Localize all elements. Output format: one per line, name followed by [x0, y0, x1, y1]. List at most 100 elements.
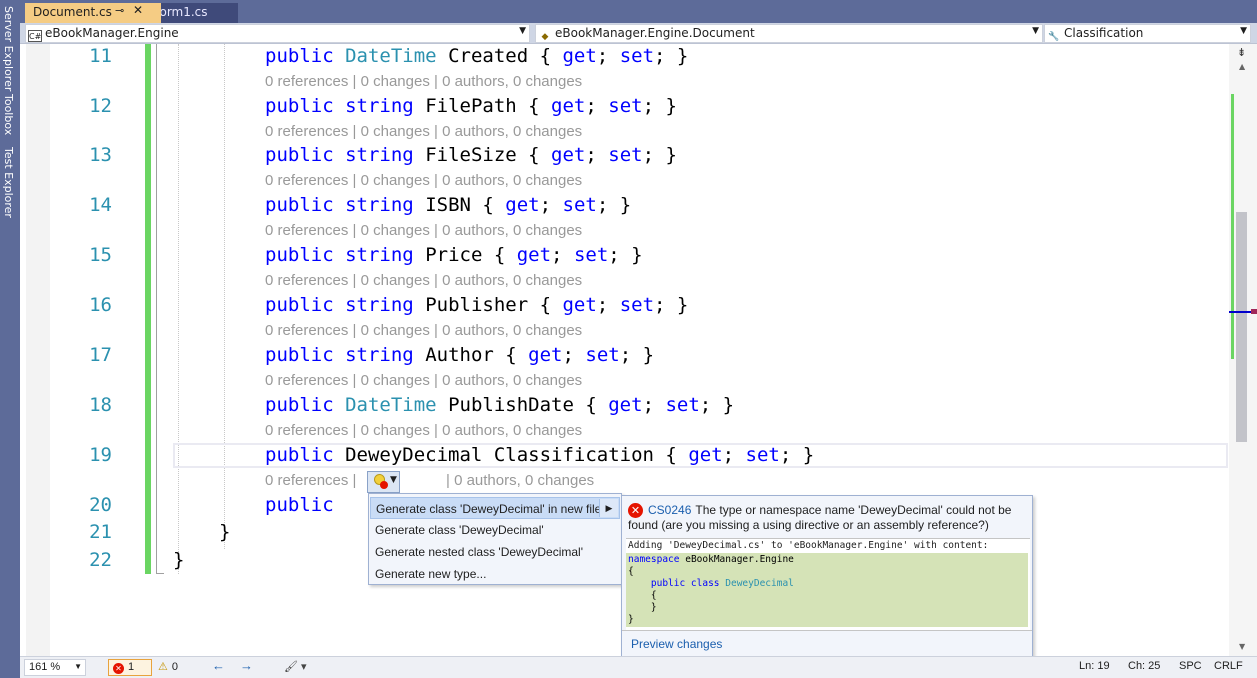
line-indicator[interactable]: Ln: 19: [1079, 660, 1110, 672]
code-line-16[interactable]: public string Publisher { get; set; }: [265, 294, 688, 316]
toolbox-tab[interactable]: Toolbox: [2, 94, 15, 135]
code-brace: }: [650, 602, 657, 613]
keyword: public: [265, 95, 334, 117]
close-icon[interactable]: ✕: [133, 3, 143, 17]
scroll-down-icon[interactable]: ▼: [1239, 642, 1245, 651]
scroll-up-icon[interactable]: ▲: [1239, 62, 1245, 71]
member-dropdown[interactable]: 🔧 Classification ▼: [1044, 24, 1251, 43]
type-name: eBookManager.Engine.Document: [555, 26, 755, 40]
type-dropdown[interactable]: ◆ eBookManager.Engine.Document ▼: [535, 24, 1043, 43]
member-name: Classification: [1064, 26, 1144, 40]
property-name: Created: [448, 45, 529, 67]
code-line-15[interactable]: public string Price { get; set; }: [265, 244, 643, 266]
keyword: set: [562, 194, 597, 216]
menu-item-generate-nested-class[interactable]: Generate nested class 'DeweyDecimal': [370, 541, 620, 563]
code-line-14[interactable]: public string ISBN { get; set; }: [265, 194, 631, 216]
property-name: FilePath: [425, 95, 517, 117]
keyword: set: [608, 95, 643, 117]
error-count-button[interactable]: ✕ 1: [108, 659, 152, 676]
pin-icon[interactable]: ⊸: [115, 4, 124, 17]
warning-count: 0: [171, 661, 178, 673]
warning-count-button[interactable]: ⚠ 0: [158, 660, 178, 673]
code-line-19[interactable]: public DeweyDecimal Classification { get…: [265, 444, 814, 466]
codelens[interactable]: 0 references | 0 changes | 0 authors, 0 …: [265, 272, 582, 289]
code-line-11[interactable]: public DateTime Created { get; set; }: [265, 45, 688, 67]
line-number: 11: [89, 45, 112, 67]
menu-item-generate-new-type[interactable]: Generate new type...: [370, 563, 620, 585]
code-brace: {: [650, 590, 657, 601]
codelens[interactable]: 0 references | 0 changes | 0 authors, 0 …: [265, 372, 582, 389]
menu-item-generate-class[interactable]: Generate class 'DeweyDecimal': [370, 519, 620, 541]
codelens[interactable]: 0 references | 0 changes | 0 authors, 0 …: [265, 322, 582, 339]
keyword: public: [265, 344, 334, 366]
codelens-left[interactable]: 0 references |: [265, 472, 356, 489]
codelens[interactable]: 0 references | 0 changes | 0 authors, 0 …: [265, 73, 582, 90]
vertical-scrollbar[interactable]: ⇟ ▲ ▼: [1229, 44, 1257, 656]
line-number: 16: [89, 294, 112, 316]
preview-header: Adding 'DeweyDecimal.cs' to 'eBookManage…: [628, 540, 989, 551]
type-keyword: string: [345, 344, 414, 366]
indent-guide: [178, 44, 179, 574]
namespace-name: eBookManager.Engine: [685, 554, 794, 565]
test-explorer-tab[interactable]: Test Explorer: [2, 147, 15, 218]
spacing-indicator[interactable]: SPC: [1179, 660, 1202, 672]
menu-item-generate-class-new-file[interactable]: Generate class 'DeweyDecimal' in new fil…: [370, 497, 620, 519]
codelens[interactable]: 0 references | 0 changes | 0 authors, 0 …: [265, 222, 582, 239]
keyword: get: [505, 194, 540, 216]
outline-line: [156, 44, 157, 574]
navigate-forward-icon[interactable]: →: [240, 658, 253, 673]
column-indicator[interactable]: Ch: 25: [1128, 660, 1160, 672]
codelens[interactable]: 0 references | 0 changes | 0 authors, 0 …: [265, 422, 582, 439]
navigation-bar: C# eBookManager.Engine ▼ ◆ eBookManager.En…: [20, 23, 1257, 44]
code-line-13[interactable]: public string FileSize { get; set; }: [265, 144, 677, 166]
line-number: 17: [89, 344, 112, 366]
codelens[interactable]: 0 references | 0 changes | 0 authors, 0 …: [265, 172, 582, 189]
error-code-link[interactable]: CS0246: [648, 503, 691, 517]
unresolved-type-name: DeweyDecimal: [345, 444, 483, 466]
keyword: set: [608, 144, 643, 166]
keyword: public: [265, 144, 334, 166]
keyword: get: [562, 294, 597, 316]
submenu-arrow-icon[interactable]: ▶: [599, 499, 618, 517]
code-cleanup-icon[interactable]: 🖌 ▾: [284, 660, 307, 673]
tab-document[interactable]: Document.cs ⊸ ✕: [25, 3, 161, 23]
chevron-down-icon: ▼: [390, 475, 397, 485]
line-number: 18: [89, 394, 112, 416]
line-number: 12: [89, 95, 112, 117]
preview-pane: ✕ CS0246 The type or namespace name 'Dewe…: [621, 495, 1033, 657]
keyword: public: [265, 244, 334, 266]
code-line-17[interactable]: public string Author { get; set; }: [265, 344, 654, 366]
codelens-right[interactable]: | 0 authors, 0 changes: [446, 472, 594, 489]
keyword: public: [265, 294, 334, 316]
property-name: Author: [425, 344, 494, 366]
quick-actions-button[interactable]: ▼: [367, 471, 400, 493]
csharp-project-icon: C#: [28, 30, 42, 42]
error-icon: [380, 481, 388, 489]
preview-changes-link[interactable]: Preview changes: [631, 637, 722, 651]
property-name: Classification: [493, 444, 654, 466]
line-number: 13: [89, 144, 112, 166]
code-line-18[interactable]: public DateTime PublishDate { get; set; …: [265, 394, 734, 416]
code-brace: }: [628, 614, 634, 625]
editor-status-bar: 161 % ▼ ✕ 1 ⚠ 0 ← → 🖌 ▾ Ln: 19 Ch: 25 SPC …: [20, 656, 1257, 678]
keyword: get: [688, 444, 723, 466]
split-window-icon[interactable]: ⇟: [1237, 46, 1246, 59]
code-line-12[interactable]: public string FilePath { get; set; }: [265, 95, 677, 117]
server-explorer-tab[interactable]: Server Explorer: [2, 6, 15, 91]
code-line-20[interactable]: public: [265, 494, 334, 516]
line-number: 21: [89, 521, 112, 543]
code-line-21[interactable]: }: [219, 521, 230, 543]
line-ending-indicator[interactable]: CRLF: [1214, 660, 1243, 672]
zoom-dropdown[interactable]: 161 % ▼: [24, 659, 86, 676]
keyword: set: [619, 45, 655, 67]
keyword: get: [608, 394, 643, 416]
navigate-backward-icon[interactable]: ←: [212, 658, 225, 673]
project-dropdown[interactable]: C# eBookManager.Engine ▼: [25, 24, 530, 43]
code-line-22[interactable]: }: [173, 549, 184, 571]
preview-code: namespace eBookManager.Engine { public c…: [626, 553, 1028, 627]
codelens[interactable]: 0 references | 0 changes | 0 authors, 0 …: [265, 123, 582, 140]
property-name: ISBN: [425, 194, 471, 216]
scroll-thumb[interactable]: [1236, 212, 1247, 442]
property-name: PublishDate: [448, 394, 574, 416]
line-number: 22: [89, 549, 112, 571]
